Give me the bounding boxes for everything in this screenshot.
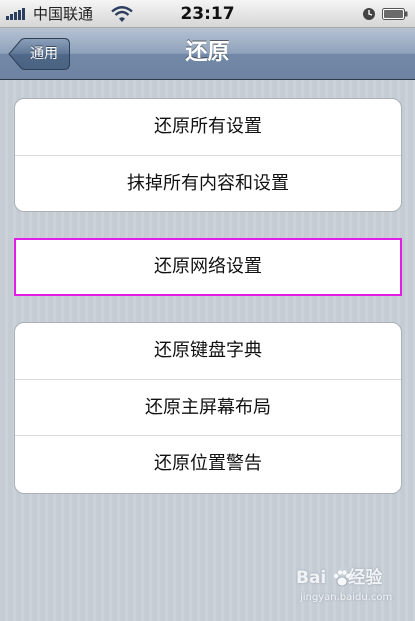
- erase-all-content-button[interactable]: 抹掉所有内容和设置: [15, 155, 401, 211]
- reset-all-settings-button[interactable]: 还原所有设置: [15, 99, 401, 155]
- watermark-url: jingyan.baidu.com: [300, 592, 393, 603]
- back-button-label: 通用: [30, 46, 58, 62]
- settings-group-network: 还原网络设置: [14, 238, 402, 296]
- page-title: 还原: [185, 40, 230, 65]
- settings-group-misc: 还原键盘字典 还原主屏幕布局 还原位置警告: [14, 322, 402, 494]
- settings-group-reset-all: 还原所有设置 抹掉所有内容和设置: [14, 98, 402, 212]
- baidu-jingyan-watermark: Bai 经验 jingyan.baidu.com: [296, 568, 406, 612]
- back-button[interactable]: 通用: [8, 38, 70, 70]
- reset-network-settings-button[interactable]: 还原网络设置: [16, 240, 400, 294]
- reset-keyboard-dictionary-button[interactable]: 还原键盘字典: [15, 323, 401, 379]
- watermark-logo-prefix: Bai: [296, 568, 327, 588]
- navigation-bar: 通用 还原: [0, 28, 415, 80]
- status-time: 23:17: [180, 4, 235, 24]
- paw-icon: [333, 570, 351, 587]
- reset-home-screen-layout-button[interactable]: 还原主屏幕布局: [15, 379, 401, 435]
- status-bar: 中国联通 23:17: [0, 0, 415, 28]
- reset-location-warnings-button[interactable]: 还原位置警告: [15, 435, 401, 491]
- battery-icon: [382, 8, 408, 20]
- orientation-lock-icon: [363, 8, 375, 20]
- watermark-logo-suffix: 经验: [348, 568, 383, 588]
